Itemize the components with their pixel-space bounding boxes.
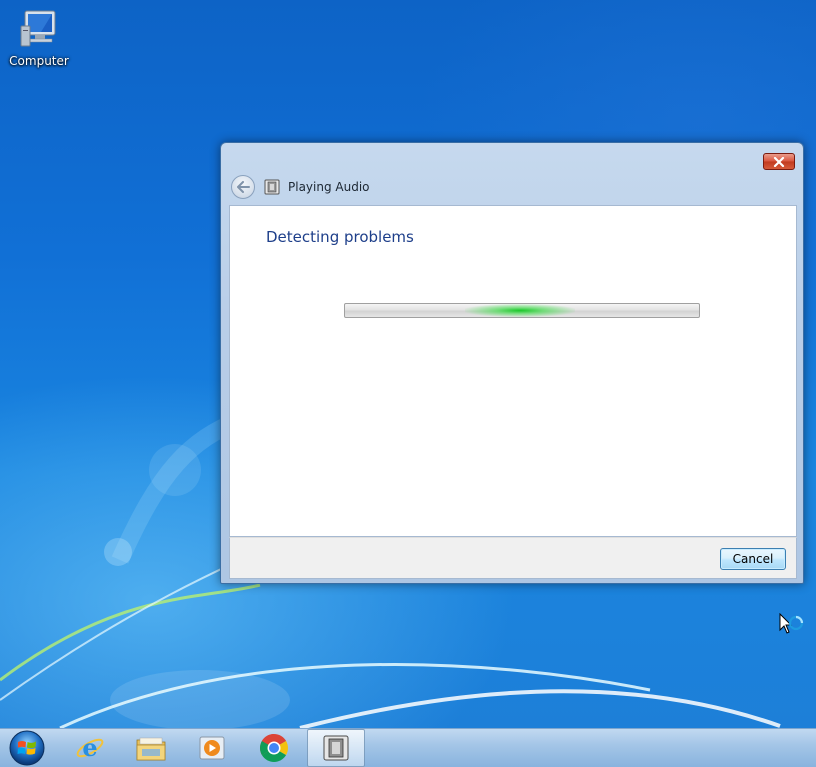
start-button[interactable] bbox=[4, 729, 50, 767]
close-icon bbox=[773, 156, 785, 167]
back-button[interactable] bbox=[231, 175, 255, 199]
busy-cursor-icon bbox=[779, 613, 804, 634]
windows-logo-icon bbox=[9, 730, 45, 766]
taskbar-windows-media-player[interactable] bbox=[184, 729, 240, 767]
svg-text:e: e bbox=[82, 733, 97, 762]
desktop-icon-computer[interactable]: Computer bbox=[6, 8, 72, 76]
internet-explorer-icon: e bbox=[76, 733, 104, 762]
taskbar: e bbox=[0, 728, 816, 767]
dialog-title: Playing Audio bbox=[288, 180, 370, 194]
media-player-icon bbox=[199, 736, 225, 760]
chrome-icon bbox=[260, 734, 288, 762]
taskbar-troubleshooter[interactable] bbox=[307, 729, 365, 767]
dialog-content: Detecting problems bbox=[229, 205, 797, 537]
taskbar-google-chrome[interactable] bbox=[246, 729, 302, 767]
troubleshooter-icon bbox=[323, 735, 349, 761]
status-heading: Detecting problems bbox=[266, 228, 414, 246]
troubleshooter-icon bbox=[264, 179, 280, 195]
progress-indicator bbox=[465, 304, 575, 317]
folder-icon bbox=[136, 737, 166, 761]
back-arrow-icon bbox=[237, 181, 250, 193]
taskbar-internet-explorer[interactable]: e bbox=[62, 729, 118, 767]
taskbar-windows-explorer[interactable] bbox=[123, 729, 179, 767]
close-button[interactable] bbox=[763, 153, 795, 170]
progress-bar bbox=[344, 303, 700, 318]
desktop-icon-label: Computer bbox=[9, 54, 69, 68]
cancel-button[interactable]: Cancel bbox=[720, 548, 786, 570]
computer-icon bbox=[20, 10, 56, 47]
desktop[interactable]: Computer Playing Audio Detecting problem… bbox=[0, 0, 816, 728]
dialog-footer: Cancel bbox=[229, 537, 797, 579]
troubleshooter-dialog[interactable]: Playing Audio Detecting problems Cancel bbox=[220, 142, 804, 584]
